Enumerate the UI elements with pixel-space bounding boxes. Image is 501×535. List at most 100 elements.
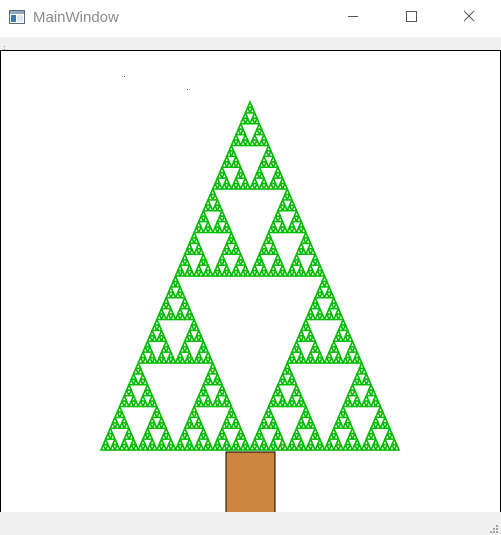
fractal-triangle bbox=[253, 127, 261, 136]
fractal-triangle bbox=[351, 399, 359, 408]
fractal-triangle bbox=[216, 377, 224, 386]
fractal-triangle bbox=[237, 426, 245, 435]
fractal-triangle bbox=[327, 290, 336, 299]
fractal-triangle bbox=[167, 350, 175, 359]
fractal-triangle bbox=[211, 442, 219, 451]
fractal-triangle bbox=[141, 431, 149, 440]
fractal-triangle bbox=[237, 121, 245, 130]
fractal-triangle bbox=[223, 393, 231, 402]
fractal-triangle bbox=[146, 333, 154, 343]
fractal-triangle bbox=[183, 268, 191, 277]
fractal-triangle bbox=[211, 192, 219, 201]
fractal-triangle bbox=[195, 263, 203, 272]
fractal-triangle bbox=[148, 350, 156, 359]
fractal-triangle bbox=[197, 344, 205, 353]
fractal-triangle bbox=[197, 225, 205, 234]
fractal-triangle bbox=[272, 181, 280, 190]
fractal-triangle bbox=[374, 442, 382, 451]
fractal-triangle bbox=[272, 170, 280, 179]
fractal-triangle bbox=[239, 138, 247, 147]
fractal-triangle bbox=[239, 257, 247, 266]
fractal-triangle bbox=[171, 273, 180, 283]
minimize-button[interactable] bbox=[330, 0, 376, 36]
fractal-triangle bbox=[304, 312, 312, 321]
fractal-triangle bbox=[362, 437, 370, 446]
fractal-triangle bbox=[272, 159, 280, 169]
fractal-triangle bbox=[185, 350, 194, 359]
fractal-triangle bbox=[160, 301, 168, 310]
fractal-triangle bbox=[141, 377, 149, 386]
maximize-button[interactable] bbox=[388, 0, 434, 36]
fractal-triangle bbox=[220, 442, 228, 451]
fractal-triangle bbox=[313, 355, 322, 364]
fractal-triangle bbox=[195, 241, 203, 250]
fractal-triangle bbox=[286, 399, 294, 408]
fractal-triangle bbox=[188, 333, 196, 343]
fractal-triangle bbox=[341, 442, 349, 451]
title-bar[interactable]: MainWindow bbox=[0, 0, 501, 37]
fractal-triangle bbox=[262, 409, 270, 419]
fractal-triangle bbox=[99, 442, 107, 451]
fractal-triangle bbox=[313, 290, 322, 299]
fractal-triangle bbox=[318, 312, 326, 321]
fractal-triangle bbox=[146, 431, 154, 440]
close-button[interactable] bbox=[446, 0, 492, 36]
fractal-triangle bbox=[260, 415, 268, 424]
fractal-triangle bbox=[304, 409, 312, 419]
fractal-triangle bbox=[239, 442, 247, 451]
fractal-triangle bbox=[206, 377, 214, 386]
fractal-triangle bbox=[178, 301, 187, 310]
fractal-triangle bbox=[255, 252, 263, 261]
fractal-triangle bbox=[295, 355, 303, 364]
fractal-triangle bbox=[290, 344, 298, 353]
fractal-triangle bbox=[174, 268, 182, 277]
fractal-triangle bbox=[120, 415, 128, 424]
fractal-triangle bbox=[223, 415, 231, 424]
fractal-triangle bbox=[365, 431, 373, 440]
fractal-triangle bbox=[190, 404, 198, 413]
fractal-triangle bbox=[244, 268, 252, 277]
fractal-triangle bbox=[390, 437, 398, 446]
fractal-triangle bbox=[337, 409, 345, 419]
fractal-triangle bbox=[220, 420, 228, 430]
fractal-triangle bbox=[348, 339, 356, 348]
fractal-triangle bbox=[269, 415, 277, 424]
fractal-triangle bbox=[267, 225, 275, 234]
fractal-triangle bbox=[216, 225, 224, 234]
fractal-triangle bbox=[213, 219, 221, 228]
fractal-triangle bbox=[220, 246, 228, 256]
fractal-triangle bbox=[281, 181, 289, 190]
fractal-triangle bbox=[216, 203, 224, 212]
fractal-triangle bbox=[220, 388, 228, 397]
fractal-triangle bbox=[174, 290, 182, 299]
fractal-triangle bbox=[141, 399, 149, 408]
fractal-triangle bbox=[355, 399, 363, 408]
fractal-triangle bbox=[181, 339, 189, 348]
fractal-triangle bbox=[302, 317, 310, 326]
fractal-triangle bbox=[248, 116, 256, 125]
fractal-triangle bbox=[253, 431, 261, 440]
fractal-triangle bbox=[346, 388, 354, 397]
fractal-triangle bbox=[311, 426, 319, 435]
toolbar-grip-icon[interactable] bbox=[3, 40, 6, 50]
drawing-canvas[interactable] bbox=[0, 50, 501, 513]
fractal-triangle bbox=[269, 176, 277, 185]
fractal-triangle bbox=[227, 143, 235, 152]
fractal-triangle bbox=[360, 399, 368, 408]
fractal-triangle bbox=[146, 344, 154, 353]
fractal-triangle bbox=[146, 399, 154, 408]
fractal-triangle bbox=[148, 393, 156, 402]
fractal-triangle bbox=[300, 235, 308, 245]
fractal-triangle bbox=[104, 442, 112, 451]
stray-dot bbox=[187, 89, 188, 90]
fractal-triangle bbox=[195, 437, 203, 446]
fractal-triangle bbox=[297, 415, 305, 424]
fractal-triangle bbox=[276, 181, 284, 190]
fractal-triangle bbox=[332, 301, 340, 310]
fractal-triangle bbox=[309, 355, 317, 364]
fractal-triangle bbox=[227, 230, 235, 239]
fractal-triangle bbox=[269, 437, 277, 446]
fractal-triangle bbox=[230, 246, 238, 256]
fractal-triangle bbox=[176, 350, 184, 359]
size-grip-icon[interactable] bbox=[487, 521, 499, 533]
